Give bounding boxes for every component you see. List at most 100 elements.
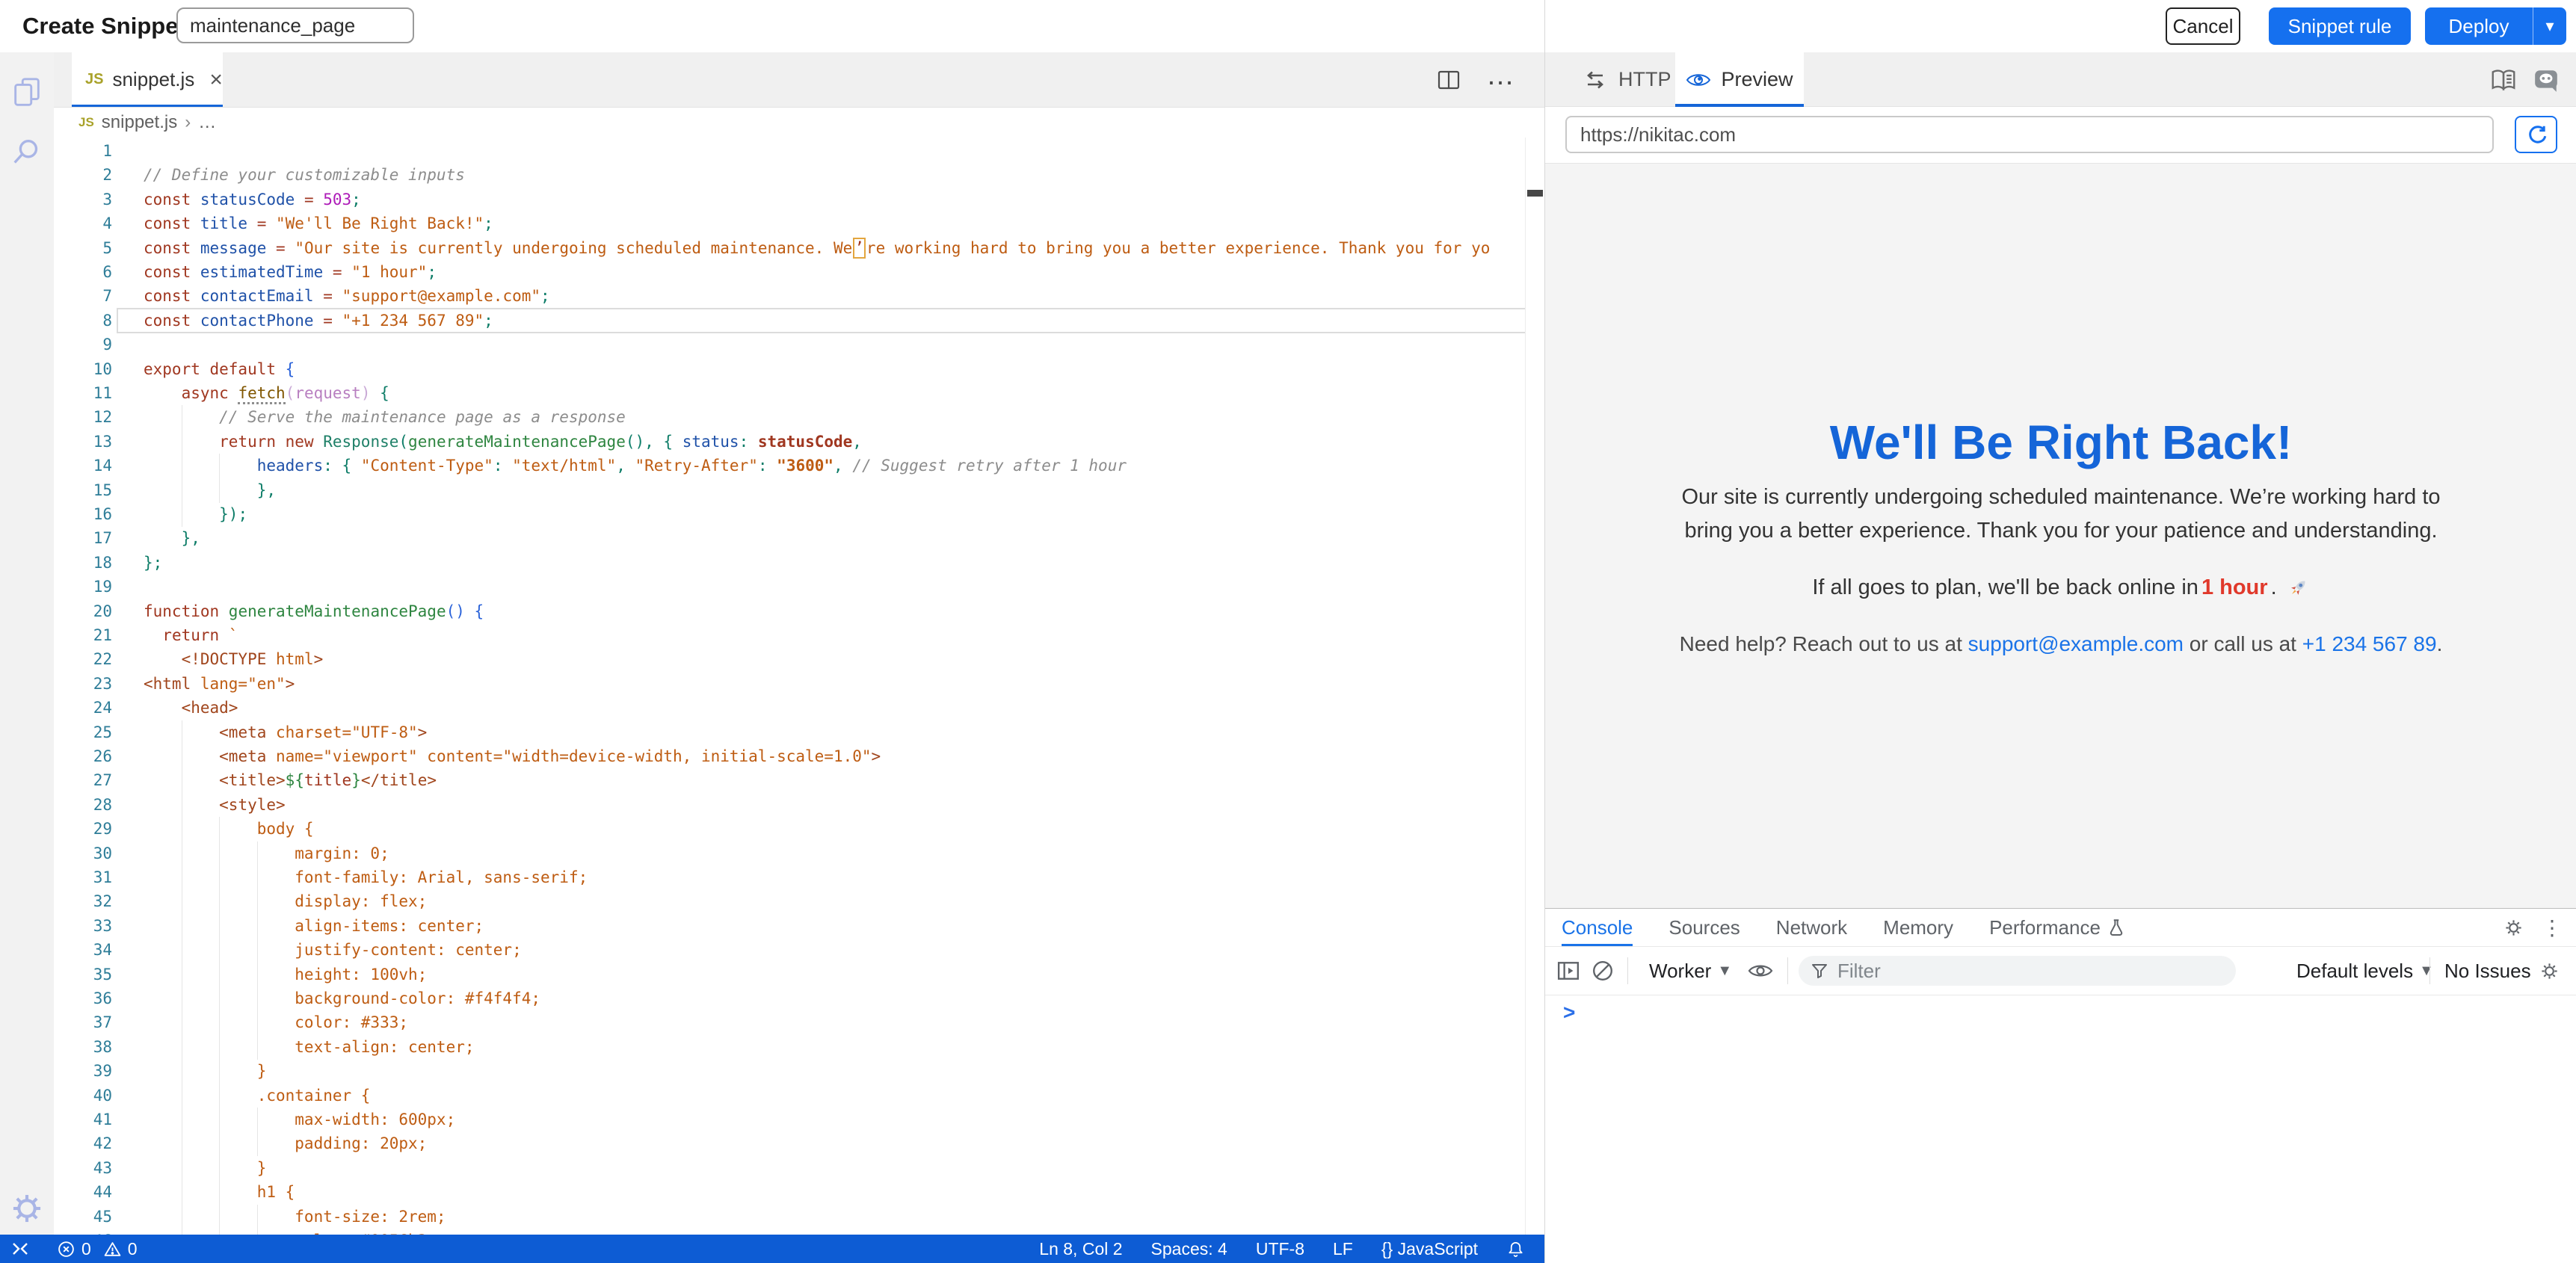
console-settings-icon[interactable] bbox=[2539, 947, 2560, 995]
tab-preview[interactable]: Preview bbox=[1675, 52, 1804, 107]
code-line[interactable]: 38 text-align: center; bbox=[54, 1035, 1544, 1060]
code-line[interactable]: 15 }, bbox=[54, 478, 1544, 503]
console-toolbar: Worker ▼ Filter Default levels bbox=[1545, 947, 2576, 995]
code-line[interactable]: 21 return ` bbox=[54, 623, 1544, 648]
code-line[interactable]: 39 } bbox=[54, 1059, 1544, 1084]
code-line[interactable]: 9 bbox=[54, 333, 1544, 357]
code-line[interactable]: 32 display: flex; bbox=[54, 889, 1544, 914]
code-line[interactable]: 11 async fetch(request) { bbox=[54, 381, 1544, 406]
console-prompt[interactable]: > bbox=[1563, 1001, 1575, 1025]
code-line[interactable]: 5const message = "Our site is currently … bbox=[54, 236, 1544, 261]
clear-console-icon[interactable] bbox=[1591, 947, 1614, 995]
page-title: Create Snippet bbox=[22, 0, 186, 52]
code-line[interactable]: 2// Define your customizable inputs bbox=[54, 163, 1544, 188]
code-line[interactable]: 17 }, bbox=[54, 526, 1544, 551]
code-line[interactable]: 22 <!DOCTYPE html> bbox=[54, 647, 1544, 672]
tab-memory[interactable]: Memory bbox=[1883, 909, 1953, 946]
encoding[interactable]: UTF-8 bbox=[1256, 1239, 1304, 1259]
js-file-icon: JS bbox=[78, 115, 94, 130]
code-line[interactable]: 46 color: #0056b3; bbox=[54, 1229, 1544, 1235]
code-line[interactable]: 34 justify-content: center; bbox=[54, 938, 1544, 963]
code-line[interactable]: 30 margin: 0; bbox=[54, 842, 1544, 866]
editor-scrollbar[interactable] bbox=[1525, 138, 1544, 1235]
reload-button[interactable] bbox=[2515, 116, 2557, 153]
url-input[interactable]: https://nikitac.com bbox=[1565, 116, 2494, 153]
code-line[interactable]: 43 } bbox=[54, 1156, 1544, 1181]
code-line[interactable]: 44 h1 { bbox=[54, 1180, 1544, 1205]
code-line[interactable]: 42 padding: 20px; bbox=[54, 1131, 1544, 1156]
code-line[interactable]: 13 return new Response(generateMaintenan… bbox=[54, 430, 1544, 454]
console-sidebar-icon[interactable] bbox=[1557, 947, 1580, 995]
code-line[interactable]: 37 color: #333; bbox=[54, 1010, 1544, 1035]
line-number: 29 bbox=[54, 817, 112, 841]
code-line[interactable]: 28 <style> bbox=[54, 793, 1544, 818]
line-number: 20 bbox=[54, 599, 112, 623]
code-line[interactable]: 41 max-width: 600px; bbox=[54, 1108, 1544, 1132]
scrollbar-thumb[interactable] bbox=[1527, 190, 1543, 197]
code-text: return new Response(generateMaintenanceP… bbox=[144, 430, 862, 454]
indentation[interactable]: Spaces: 4 bbox=[1151, 1239, 1227, 1259]
code-line[interactable]: 16 }); bbox=[54, 502, 1544, 527]
code-line[interactable]: 20function generateMaintenancePage() { bbox=[54, 599, 1544, 624]
code-line[interactable]: 10export default { bbox=[54, 357, 1544, 382]
files-icon[interactable] bbox=[10, 75, 44, 109]
code-editor[interactable]: 12// Define your customizable inputs3con… bbox=[54, 138, 1544, 1235]
notifications-bell-icon[interactable] bbox=[1506, 1240, 1525, 1259]
execution-context-selector[interactable]: Worker ▼ bbox=[1649, 947, 1732, 995]
live-expression-eye-icon[interactable] bbox=[1748, 947, 1773, 995]
issues-counter[interactable]: No Issues bbox=[2444, 947, 2531, 995]
cursor-position[interactable]: Ln 8, Col 2 bbox=[1039, 1239, 1122, 1259]
settings-gear-icon[interactable] bbox=[10, 1191, 44, 1226]
docs-book-icon[interactable] bbox=[2489, 67, 2518, 93]
more-actions-icon[interactable]: … bbox=[1486, 61, 1515, 99]
phone-link[interactable]: +1 234 567 89 bbox=[2302, 632, 2437, 655]
tab-sources[interactable]: Sources bbox=[1668, 909, 1740, 946]
code-line[interactable]: 26 <meta name="viewport" content="width=… bbox=[54, 744, 1544, 769]
code-line[interactable]: 29 body { bbox=[54, 817, 1544, 842]
remote-indicator-icon[interactable] bbox=[10, 1240, 30, 1258]
split-editor-icon[interactable] bbox=[1437, 69, 1461, 91]
eta-value: 1 hour bbox=[2201, 575, 2268, 600]
code-line[interactable]: 24 <head> bbox=[54, 696, 1544, 720]
code-line[interactable]: 19 bbox=[54, 575, 1544, 599]
line-number: 44 bbox=[54, 1180, 112, 1204]
snippet-name-input[interactable]: maintenance_page bbox=[176, 7, 414, 43]
devtools-settings-icon[interactable] bbox=[2503, 918, 2524, 938]
code-line[interactable]: 25 <meta charset="UTF-8"> bbox=[54, 720, 1544, 745]
devtools-menu-icon[interactable]: ⋮ bbox=[2542, 918, 2563, 939]
code-line[interactable]: 3const statusCode = 503; bbox=[54, 188, 1544, 212]
code-line[interactable]: 14 headers: { "Content-Type": "text/html… bbox=[54, 454, 1544, 478]
code-line[interactable]: 23<html lang="en"> bbox=[54, 672, 1544, 697]
code-line[interactable]: 33 align-items: center; bbox=[54, 914, 1544, 939]
log-levels-selector[interactable]: Default levels ▼ bbox=[2296, 947, 2434, 995]
search-icon[interactable] bbox=[10, 136, 44, 170]
support-email-link[interactable]: support@example.com bbox=[1968, 632, 2184, 655]
tab-http[interactable]: HTTP bbox=[1583, 52, 1671, 107]
code-line[interactable]: 12 // Serve the maintenance page as a re… bbox=[54, 405, 1544, 430]
breadcrumb-file[interactable]: snippet.js bbox=[102, 112, 177, 133]
tab-console[interactable]: Console bbox=[1562, 909, 1633, 946]
code-line[interactable]: 35 height: 100vh; bbox=[54, 963, 1544, 987]
code-line[interactable]: 36 background-color: #f4f4f4; bbox=[54, 986, 1544, 1011]
breadcrumb-symbol[interactable]: … bbox=[198, 112, 216, 133]
code-line[interactable]: 18}; bbox=[54, 551, 1544, 575]
eol-type[interactable]: LF bbox=[1333, 1239, 1353, 1259]
code-line[interactable]: 31 font-family: Arial, sans-serif; bbox=[54, 865, 1544, 890]
tab-network[interactable]: Network bbox=[1776, 909, 1847, 946]
tab-performance[interactable]: Performance bbox=[1989, 909, 2126, 946]
code-line[interactable]: 45 font-size: 2rem; bbox=[54, 1205, 1544, 1229]
code-line[interactable]: 27 <title>${title}</title> bbox=[54, 768, 1544, 793]
close-tab-icon[interactable]: × bbox=[209, 69, 223, 91]
code-line[interactable]: 7const contactEmail = "support@example.c… bbox=[54, 284, 1544, 309]
language-mode[interactable]: {} JavaScript bbox=[1381, 1239, 1478, 1259]
problems-indicator[interactable]: 0 0 bbox=[57, 1239, 138, 1259]
code-line[interactable]: 8const contactPhone = "+1 234 567 89"; bbox=[54, 309, 1544, 333]
console-messages[interactable]: > bbox=[1545, 995, 2576, 1263]
code-line[interactable]: 6const estimatedTime = "1 hour"; bbox=[54, 260, 1544, 285]
code-line[interactable]: 40 .container { bbox=[54, 1084, 1544, 1108]
chat-feedback-icon[interactable] bbox=[2533, 67, 2560, 93]
tab-snippet-js[interactable]: JS snippet.js × bbox=[72, 52, 223, 107]
code-line[interactable]: 1 bbox=[54, 139, 1544, 164]
code-line[interactable]: 4const title = "We'll Be Right Back!"; bbox=[54, 211, 1544, 236]
console-filter-input[interactable]: Filter bbox=[1799, 956, 2236, 986]
